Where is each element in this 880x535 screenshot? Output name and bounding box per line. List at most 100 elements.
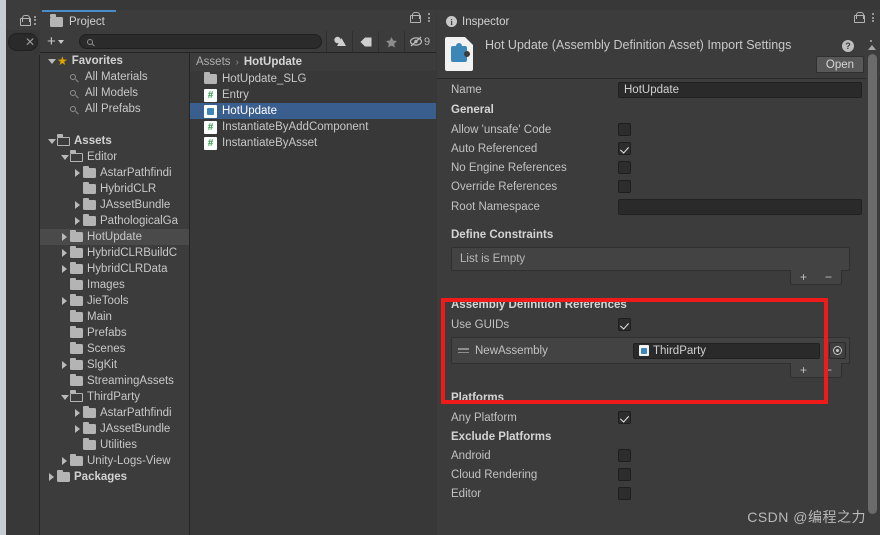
- scroll-up-icon[interactable]: [868, 43, 877, 52]
- favorite-filter-icon[interactable]: [378, 31, 404, 52]
- tree-item-all-models[interactable]: All Models: [40, 85, 189, 101]
- twisty-collapsed-icon[interactable]: [59, 457, 70, 465]
- tree-item-astarpathfindi[interactable]: AstarPathfindi: [40, 165, 189, 181]
- tree-item-editor[interactable]: Editor: [40, 149, 189, 165]
- tree-item-unity-logs-view[interactable]: Unity-Logs-View: [40, 453, 189, 469]
- general-checkbox[interactable]: [618, 142, 631, 155]
- twisty-collapsed-icon[interactable]: [59, 265, 70, 273]
- folder-icon: [204, 71, 217, 84]
- twisty-collapsed-icon[interactable]: [59, 361, 70, 369]
- kebab-icon[interactable]: [872, 13, 874, 22]
- twisty-collapsed-icon[interactable]: [59, 297, 70, 305]
- general-checkbox[interactable]: [618, 180, 631, 193]
- twisty-expanded-icon[interactable]: [46, 138, 57, 144]
- file-row[interactable]: HotUpdate: [190, 103, 436, 119]
- exclude-platform-checkbox[interactable]: [618, 468, 631, 481]
- tree-item-utilities[interactable]: Utilities: [40, 437, 189, 453]
- tree-item-all-prefabs[interactable]: All Prefabs: [40, 101, 189, 117]
- exclude-platform-checkbox[interactable]: [618, 449, 631, 462]
- tree-item-all-materials[interactable]: All Materials: [40, 69, 189, 85]
- general-checkbox[interactable]: [618, 123, 631, 136]
- define-constraints-add-button[interactable]: +: [791, 270, 816, 284]
- exclude-platform-checkbox[interactable]: [618, 487, 631, 500]
- twisty-collapsed-icon[interactable]: [72, 217, 83, 225]
- twisty-expanded-icon[interactable]: [59, 154, 70, 160]
- hidden-count-button[interactable]: 9: [404, 31, 434, 52]
- inspector-header: Hot Update (Assembly Definition Asset) I…: [437, 31, 880, 79]
- tree-item-streamingassets[interactable]: StreamingAssets: [40, 373, 189, 389]
- folder-icon: [83, 197, 96, 210]
- tree-item-jassetbundle[interactable]: JAssetBundle: [40, 421, 189, 437]
- use-guids-checkbox[interactable]: [618, 318, 631, 331]
- twisty-collapsed-icon[interactable]: [59, 249, 70, 257]
- folder-icon: [70, 357, 83, 370]
- folder-icon: [70, 293, 83, 306]
- object-picker-icon[interactable]: [829, 342, 846, 359]
- tree-item-packages[interactable]: Packages: [40, 469, 189, 485]
- assembly-ref-object-field[interactable]: ThirdParty: [633, 342, 820, 359]
- twisty-collapsed-icon[interactable]: [72, 409, 83, 417]
- breadcrumb-root[interactable]: Assets: [196, 56, 231, 68]
- any-platform-checkbox[interactable]: [618, 411, 631, 424]
- file-row[interactable]: InstantiateByAddComponent: [190, 119, 436, 135]
- twisty-collapsed-icon[interactable]: [72, 425, 83, 433]
- twisty-collapsed-icon[interactable]: [59, 233, 70, 241]
- tree-item-main[interactable]: Main: [40, 309, 189, 325]
- tree-item-hotupdate[interactable]: HotUpdate: [40, 229, 189, 245]
- tab-inspector[interactable]: i Inspector: [439, 10, 522, 31]
- twisty-expanded-icon[interactable]: [59, 394, 70, 400]
- tree-item-hybridclrbuildc[interactable]: HybridCLRBuildC: [40, 245, 189, 261]
- define-constraints-header: Define Constraints: [451, 229, 554, 241]
- assembly-refs-remove-button[interactable]: −: [816, 363, 841, 377]
- tree-item-favorites[interactable]: ★ Favorites: [40, 53, 189, 69]
- file-row[interactable]: Entry: [190, 87, 436, 103]
- twisty-collapsed-icon[interactable]: [46, 473, 57, 481]
- tree-item-assets[interactable]: Assets: [40, 133, 189, 149]
- file-row[interactable]: InstantiateByAsset: [190, 135, 436, 151]
- tree-item-prefabs[interactable]: Prefabs: [40, 325, 189, 341]
- shape-filter-icon[interactable]: [326, 31, 352, 52]
- search-icon: [70, 106, 83, 112]
- tree-item-label: Utilities: [100, 439, 138, 451]
- folder-icon: [70, 261, 83, 274]
- file-row[interactable]: HotUpdate_SLG: [190, 71, 436, 87]
- tree-item-astarpathfindi[interactable]: AstarPathfindi: [40, 405, 189, 421]
- tree-item-thirdparty[interactable]: ThirdParty: [40, 389, 189, 405]
- define-constraints-list[interactable]: List is Empty: [451, 247, 850, 271]
- twisty-expanded-icon[interactable]: [46, 58, 57, 64]
- label-filter-icon[interactable]: [352, 31, 378, 52]
- tree-item-jassetbundle[interactable]: JAssetBundle: [40, 197, 189, 213]
- kebab-icon[interactable]: [428, 13, 430, 22]
- name-field[interactable]: HotUpdate: [618, 81, 862, 98]
- kebab-icon[interactable]: [34, 15, 36, 25]
- tree-item-jietools[interactable]: JieTools: [40, 293, 189, 309]
- inspector-scrollbar[interactable]: [866, 43, 879, 535]
- tree-item-hybridclrdata[interactable]: HybridCLRData: [40, 261, 189, 277]
- tree-item-images[interactable]: Images: [40, 277, 189, 293]
- close-icon[interactable]: ✕: [25, 36, 35, 48]
- create-asset-button[interactable]: +: [42, 33, 69, 51]
- search-input[interactable]: [78, 34, 322, 49]
- lock-icon[interactable]: [854, 12, 865, 23]
- open-button[interactable]: Open: [816, 56, 864, 73]
- twisty-collapsed-icon[interactable]: [72, 201, 83, 209]
- inspector-tabbar-controls: [854, 12, 874, 23]
- assembly-refs-add-button[interactable]: +: [791, 363, 816, 377]
- lock-icon[interactable]: [410, 12, 421, 23]
- tab-project[interactable]: Project: [42, 10, 116, 31]
- define-constraints-remove-button[interactable]: −: [816, 270, 841, 284]
- tree-item-hybridclr[interactable]: HybridCLR: [40, 181, 189, 197]
- help-icon[interactable]: ?: [842, 40, 854, 52]
- tree-item-label: Images: [87, 279, 125, 291]
- lock-icon[interactable]: [20, 14, 31, 26]
- general-checkbox[interactable]: [618, 161, 631, 174]
- tree-item-pathologicalga[interactable]: PathologicalGa: [40, 213, 189, 229]
- drag-handle-icon[interactable]: [458, 348, 469, 353]
- tree-item-label: Assets: [74, 135, 112, 147]
- root-namespace-field[interactable]: [618, 198, 862, 215]
- project-tree[interactable]: ★ Favorites All Materials All Models All Pre…: [40, 53, 190, 535]
- scrollbar-thumb[interactable]: [868, 54, 877, 514]
- tree-item-slgkit[interactable]: SlgKit: [40, 357, 189, 373]
- twisty-collapsed-icon[interactable]: [72, 169, 83, 177]
- tree-item-scenes[interactable]: Scenes: [40, 341, 189, 357]
